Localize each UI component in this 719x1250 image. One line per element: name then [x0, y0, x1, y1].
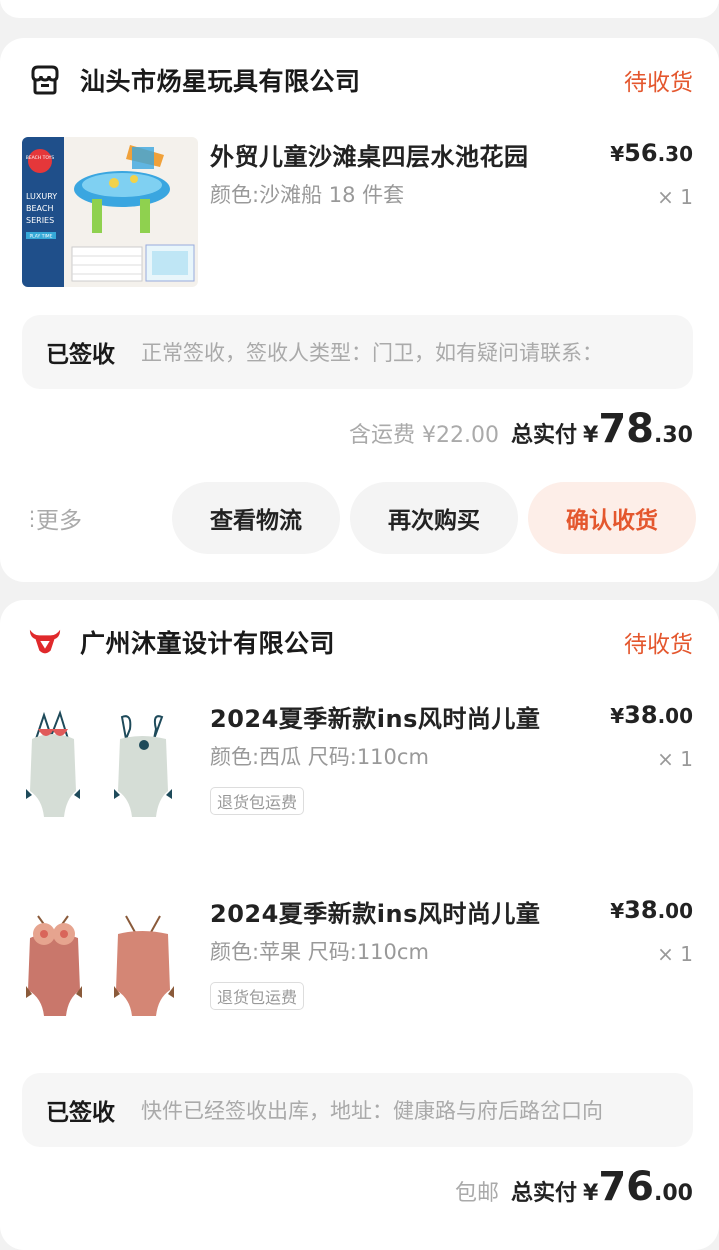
product-title[interactable]: 2024夏季新款ins风时尚儿童 [210, 699, 540, 734]
order-total: 含运费 ¥22.00 总实付 ¥ 78 .30 [349, 406, 693, 452]
product-image-apple-swimsuit[interactable] [22, 894, 198, 1044]
product-spec: 颜色:苹果 尺码:110cm [210, 940, 429, 964]
thumb-text-beach: BEACH [26, 204, 53, 213]
shipping-fee: 含运费 ¥22.00 [349, 423, 500, 448]
price-integer: 56 [624, 139, 658, 167]
order-total: 包邮 总实付 ¥ 76 .00 [455, 1164, 693, 1210]
paid-currency: ¥ [583, 423, 599, 448]
shop-name[interactable]: 广州沐童设计有限公司 [80, 624, 335, 660]
paid-label: 总实付 [511, 423, 578, 448]
delivery-state: 已签收 [46, 1100, 115, 1126]
price-currency: ¥ [610, 142, 625, 166]
product-quantity: × 1 [657, 747, 693, 771]
order-card: 广州沐童设计有限公司 待收货 2024夏季新款ins风时尚儿童 颜色:西瓜 尺码… [0, 600, 719, 1250]
shipping-fee: 包邮 [455, 1181, 500, 1206]
product-spec: 颜色:沙滩船 18 件套 [210, 183, 405, 207]
confirm-receipt-button[interactable]: 确认收货 [528, 482, 696, 554]
product-title[interactable]: 2024夏季新款ins风时尚儿童 [210, 894, 540, 929]
order-actions: ⋮ 更多 查看物流 再次购买 确认收货 [22, 482, 696, 554]
more-button[interactable]: ⋮ 更多 [22, 482, 82, 554]
product-image-watermelon-swimsuit[interactable] [22, 699, 198, 849]
shop-header[interactable]: 汕头市炀星玩具有限公司 待收货 [28, 58, 693, 102]
product-price: ¥38.00 [610, 701, 693, 729]
bull-head-logo-icon [28, 625, 62, 659]
paid-decimal: .00 [654, 1181, 693, 1206]
delivery-info: 正常签收，签收人类型：门卫，如有疑问请联系： [141, 341, 603, 365]
price-currency: ¥ [610, 899, 625, 923]
shop-name[interactable]: 汕头市炀星玩具有限公司 [80, 62, 361, 98]
paid-integer: 78 [598, 406, 655, 452]
price-decimal: .30 [657, 142, 693, 166]
free-return-shipping-tag: 退货包运费 [210, 982, 305, 1010]
view-logistics-button[interactable]: 查看物流 [172, 482, 340, 554]
price-decimal: .00 [657, 704, 693, 728]
thumb-text-series: SERIES [26, 216, 54, 225]
product-image-beach-table[interactable]: BEACH TOYS LUXURY BEACH SERIES PLAY TIME [22, 137, 198, 287]
delivery-state: 已签收 [46, 342, 115, 368]
order-item[interactable]: 2024夏季新款ins风时尚儿童 颜色:苹果 尺码:110cm 退货包运费 ¥3… [22, 894, 695, 1054]
product-price: ¥56.30 [610, 139, 693, 167]
price-integer: 38 [624, 896, 658, 924]
product-quantity: × 1 [657, 185, 693, 209]
product-spec: 颜色:西瓜 尺码:110cm [210, 745, 429, 769]
price-currency: ¥ [610, 704, 625, 728]
order-item[interactable]: BEACH TOYS LUXURY BEACH SERIES PLAY TIME [22, 137, 695, 297]
thumb-text-luxury: LUXURY [26, 192, 57, 201]
paid-integer: 76 [598, 1164, 655, 1210]
delivery-status-bar[interactable]: 已签收 快件已经签收出库，地址：健康路与府后路岔口向 [22, 1073, 693, 1147]
paid-label: 总实付 [511, 1181, 578, 1206]
order-status: 待收货 [624, 70, 693, 96]
paid-currency: ¥ [583, 1181, 599, 1206]
shop-storefront-icon [28, 63, 62, 97]
shop-header[interactable]: 广州沐童设计有限公司 待收货 [28, 620, 693, 664]
product-price: ¥38.00 [610, 896, 693, 924]
previous-order-card-edge [0, 0, 719, 18]
order-card: 汕头市炀星玩具有限公司 待收货 BEACH TOYS LUXURY BEACH … [0, 38, 719, 582]
price-integer: 38 [624, 701, 658, 729]
price-decimal: .00 [657, 899, 693, 923]
free-return-shipping-tag: 退货包运费 [210, 787, 305, 815]
delivery-info: 快件已经签收出库，地址：健康路与府后路岔口向 [141, 1099, 603, 1123]
order-status: 待收货 [624, 632, 693, 658]
more-dots-icon: ⋮ [22, 506, 42, 530]
delivery-status-bar[interactable]: 已签收 正常签收，签收人类型：门卫，如有疑问请联系： [22, 315, 693, 389]
thumb-text-playtime: PLAY TIME [29, 234, 52, 240]
more-label: 更多 [36, 508, 82, 534]
product-quantity: × 1 [657, 942, 693, 966]
product-title[interactable]: 外贸儿童沙滩桌四层水池花园 [210, 137, 529, 172]
buy-again-button[interactable]: 再次购买 [350, 482, 518, 554]
order-item[interactable]: 2024夏季新款ins风时尚儿童 颜色:西瓜 尺码:110cm 退货包运费 ¥3… [22, 699, 695, 859]
paid-decimal: .30 [654, 423, 693, 448]
thumb-brand-text: BEACH TOYS [26, 155, 55, 161]
